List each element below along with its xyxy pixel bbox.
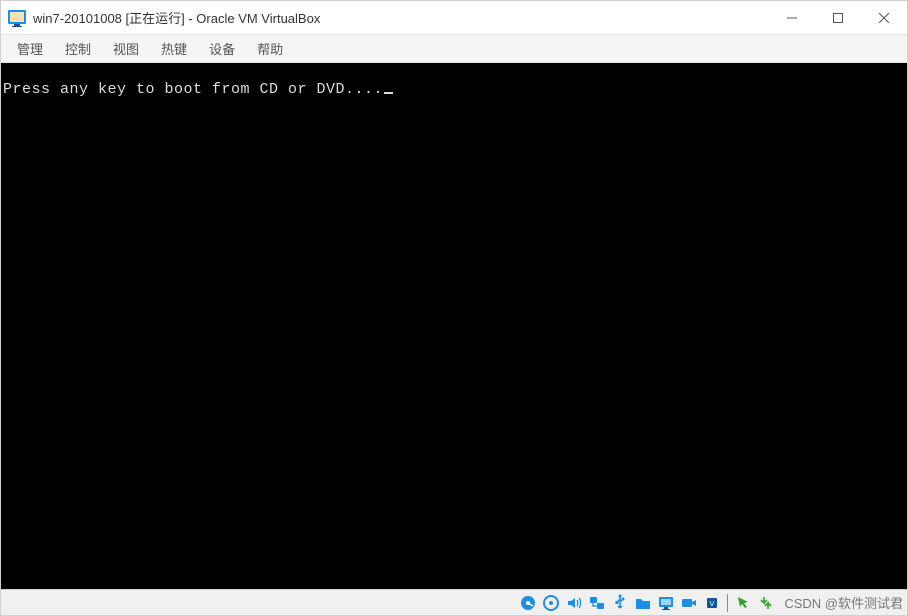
window-controls xyxy=(769,1,907,34)
display-icon[interactable] xyxy=(655,592,677,614)
optical-drive-icon[interactable] xyxy=(540,592,562,614)
watermark-text: CSDN @软件测试君 xyxy=(784,593,903,612)
svg-text:V: V xyxy=(710,601,715,608)
statusbar: V CSDN @软件测试君 xyxy=(1,589,907,615)
close-icon xyxy=(879,13,889,23)
cpu-status-icon[interactable]: V xyxy=(701,592,723,614)
menu-view[interactable]: 视图 xyxy=(103,36,149,61)
mouse-integration-icon[interactable] xyxy=(732,592,754,614)
virtualbox-app-icon xyxy=(7,8,27,28)
shared-folders-icon[interactable] xyxy=(632,592,654,614)
virtualbox-window: win7-20101008 [正在运行] - Oracle VM Virtual… xyxy=(0,0,908,616)
menu-devices[interactable]: 设备 xyxy=(199,36,245,61)
keyboard-capture-icon[interactable] xyxy=(755,592,777,614)
menu-hotkeys[interactable]: 热键 xyxy=(151,36,197,61)
network-icon[interactable] xyxy=(586,592,608,614)
minimize-button[interactable] xyxy=(769,1,815,34)
boot-prompt-text: Press any key to boot from CD or DVD.... xyxy=(3,81,383,98)
titlebar: win7-20101008 [正在运行] - Oracle VM Virtual… xyxy=(1,1,907,35)
maximize-icon xyxy=(833,13,843,23)
menu-control[interactable]: 控制 xyxy=(55,36,101,61)
menubar: 管理 控制 视图 热键 设备 帮助 xyxy=(1,35,907,63)
status-separator xyxy=(727,594,728,612)
menu-manage[interactable]: 管理 xyxy=(7,36,53,61)
hard-disk-icon[interactable] xyxy=(517,592,539,614)
audio-icon[interactable] xyxy=(563,592,585,614)
text-cursor xyxy=(384,92,393,94)
menu-help[interactable]: 帮助 xyxy=(247,36,293,61)
recording-icon[interactable] xyxy=(678,592,700,614)
vm-console[interactable]: Press any key to boot from CD or DVD.... xyxy=(1,63,907,589)
window-title: win7-20101008 [正在运行] - Oracle VM Virtual… xyxy=(33,8,769,27)
minimize-icon xyxy=(787,13,797,23)
usb-icon[interactable] xyxy=(609,592,631,614)
maximize-button[interactable] xyxy=(815,1,861,34)
close-button[interactable] xyxy=(861,1,907,34)
